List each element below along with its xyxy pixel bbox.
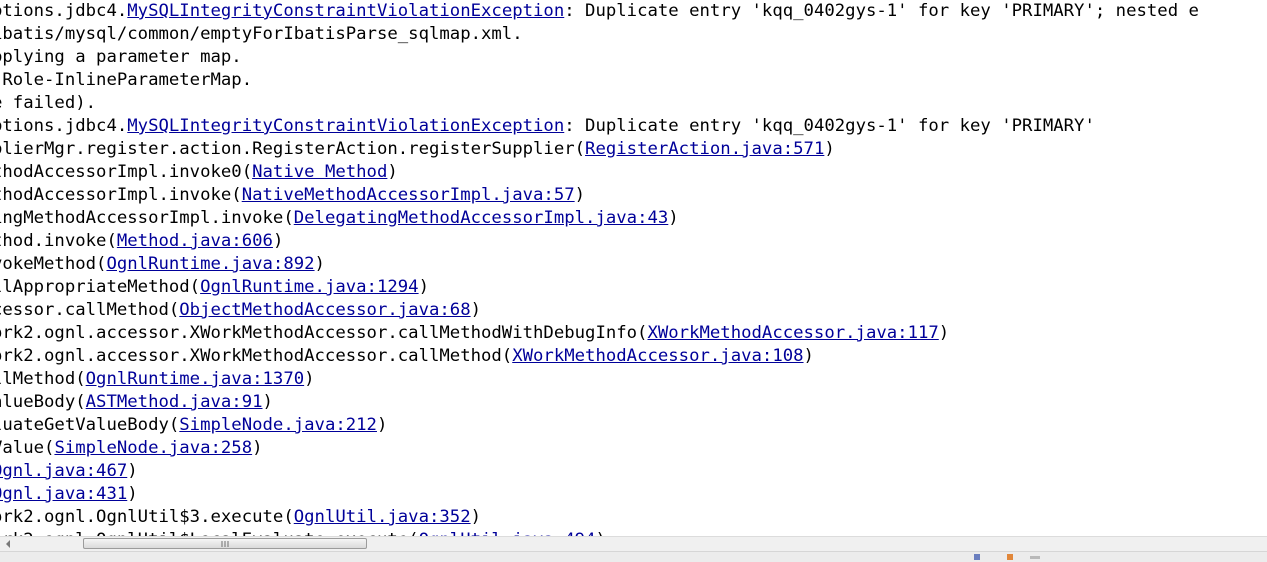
console-line: Value(SimpleNode.java:258) [0,437,1199,460]
console-line: ork2.ognl.OgnlUtil$LocalEvaluate.execute… [0,529,1199,536]
console-line: e failed). [0,92,1199,115]
console-line-text: ptions.jdbc4. [0,116,128,136]
source-link[interactable]: OgnlRuntime.java:1370 [86,369,305,389]
console-line-text: :Role-InlineParameterMap. [0,70,253,90]
console-line-text: ) [574,185,586,205]
console-line-text: ) [938,323,950,343]
console-line-text: thodAccessorImpl.invoke( [0,185,242,205]
console-line: ork2.ognl.accessor.XWorkMethodAccessor.c… [0,322,1199,345]
source-link[interactable]: Ognl.java:467 [0,461,127,481]
source-link[interactable]: ObjectMethodAccessor.java:68 [179,300,470,320]
source-link[interactable]: ASTMethod.java:91 [86,392,263,412]
source-link[interactable]: OgnlUtil.java:352 [294,507,471,527]
source-link[interactable]: XWorkMethodAccessor.java:117 [647,323,938,343]
console-line: ibatis/mysql/common/emptyForIbatisParse_… [0,23,1199,46]
status-icon[interactable] [1007,554,1013,560]
console-line-text: ) [470,300,482,320]
console-line: thodAccessorImpl.invoke(NativeMethodAcce… [0,184,1199,207]
source-link[interactable]: DelegatingMethodAccessorImpl.java:43 [294,208,669,228]
source-link[interactable]: OgnlRuntime.java:892 [106,254,314,274]
console-line: Ognl.java:467) [0,460,1199,483]
scrollbar-thumb[interactable] [83,538,367,549]
scroll-left-icon[interactable] [0,537,16,551]
console-line: llAppropriateMethod(OgnlRuntime.java:129… [0,276,1199,299]
console-line-text: thod.invoke( [0,231,117,251]
console-lines: ptions.jdbc4.MySQLIntegrityConstraintVio… [0,0,1199,536]
console-line-text: ork2.ognl.accessor.XWorkMethodAccessor.c… [0,323,648,343]
console-line-text: llMethod( [0,369,86,389]
console-line-text: ) [824,139,835,159]
console-line: plierMgr.register.action.RegisterAction.… [0,138,1199,161]
source-link[interactable]: XWorkMethodAccessor.java:108 [512,346,803,366]
console-line-text: pplying a parameter map. [0,47,242,67]
source-link[interactable]: Method.java:606 [117,231,273,251]
console-line-text: ) [127,484,138,504]
source-link[interactable]: OgnlRuntime.java:1294 [200,277,419,297]
console-line-text: e failed). [0,93,97,113]
console-line-text: : Duplicate entry 'kqq_0402gys-1' for ke… [564,116,1095,136]
console-line-text: ) [668,208,679,228]
console-line-text: thodAccessorImpl.invoke0( [0,162,253,182]
console-line: thodAccessorImpl.invoke0(Native Method) [0,161,1199,184]
console-line-text: ork2.ognl.OgnlUtil$3.execute( [0,507,294,527]
console-line-text: luateGetValueBody( [0,415,180,435]
grip-icon [221,541,229,547]
console-line-text: ) [272,231,284,251]
status-icon[interactable] [1030,556,1040,559]
console-line-text: ) [387,162,398,182]
console-line-text: cessor.callMethod( [0,300,180,320]
console-line-text: ork2.ognl.accessor.XWorkMethodAccessor.c… [0,346,513,366]
console-line: ork2.ognl.OgnlUtil$3.execute(OgnlUtil.ja… [0,506,1199,529]
source-link[interactable]: SimpleNode.java:258 [54,438,252,458]
console-line-text: Value( [0,438,55,458]
console-line: alueBody(ASTMethod.java:91) [0,391,1199,414]
source-link[interactable]: NativeMethodAccessorImpl.java:57 [242,185,575,205]
console-line-text: ) [252,438,263,458]
horizontal-scrollbar[interactable] [0,536,1267,551]
console-line: thod.invoke(Method.java:606) [0,230,1199,253]
console-line-text: ) [304,369,315,389]
console-line: vokeMethod(OgnlRuntime.java:892) [0,253,1199,276]
console-line-text: vokeMethod( [0,254,107,274]
source-link[interactable]: MySQLIntegrityConstraintViolationExcepti… [127,1,564,21]
console-line-text: ) [418,277,429,297]
console-line-text: ibatis/mysql/common/emptyForIbatisParse_… [0,24,523,44]
console-line-text: : Duplicate entry 'kqq_0402gys-1' for ke… [564,1,1199,21]
console-line: ingMethodAccessorImpl.invoke(DelegatingM… [0,207,1199,230]
console-line-text: ptions.jdbc4. [0,1,128,21]
console-line-text: llAppropriateMethod( [0,277,201,297]
console-line: luateGetValueBody(SimpleNode.java:212) [0,414,1199,437]
console-line: llMethod(OgnlRuntime.java:1370) [0,368,1199,391]
console-line-text: plierMgr.register.action.RegisterAction.… [0,139,586,159]
console-line: pplying a parameter map. [0,46,1199,69]
console-line: ptions.jdbc4.MySQLIntegrityConstraintVio… [0,0,1199,23]
status-bar [0,551,1267,562]
status-icon[interactable] [974,554,980,560]
console-line-text: ) [262,392,273,412]
source-link[interactable]: MySQLIntegrityConstraintViolationExcepti… [127,116,564,136]
console-line-text: ingMethodAccessorImpl.invoke( [0,208,294,228]
console-line-text: ) [470,507,482,527]
console-line-text: ) [803,346,814,366]
console-line: ork2.ognl.accessor.XWorkMethodAccessor.c… [0,345,1199,368]
console-line: cessor.callMethod(ObjectMethodAccessor.j… [0,299,1199,322]
console-line-text: alueBody( [0,392,86,412]
console-line: Ognl.java:431) [0,483,1199,506]
console-line-text: ) [127,461,138,481]
console-line: :Role-InlineParameterMap. [0,69,1199,92]
source-link[interactable]: RegisterAction.java:571 [585,139,824,159]
console-line-text: ) [314,254,325,274]
console-line-text: ) [376,415,388,435]
scrollbar-track[interactable] [16,537,1267,551]
source-link[interactable]: Native Method [252,162,387,182]
console-line: ptions.jdbc4.MySQLIntegrityConstraintVio… [0,115,1199,138]
source-link[interactable]: SimpleNode.java:212 [179,415,377,435]
console-output[interactable]: ptions.jdbc4.MySQLIntegrityConstraintVio… [0,0,1267,536]
source-link[interactable]: Ognl.java:431 [0,484,127,504]
